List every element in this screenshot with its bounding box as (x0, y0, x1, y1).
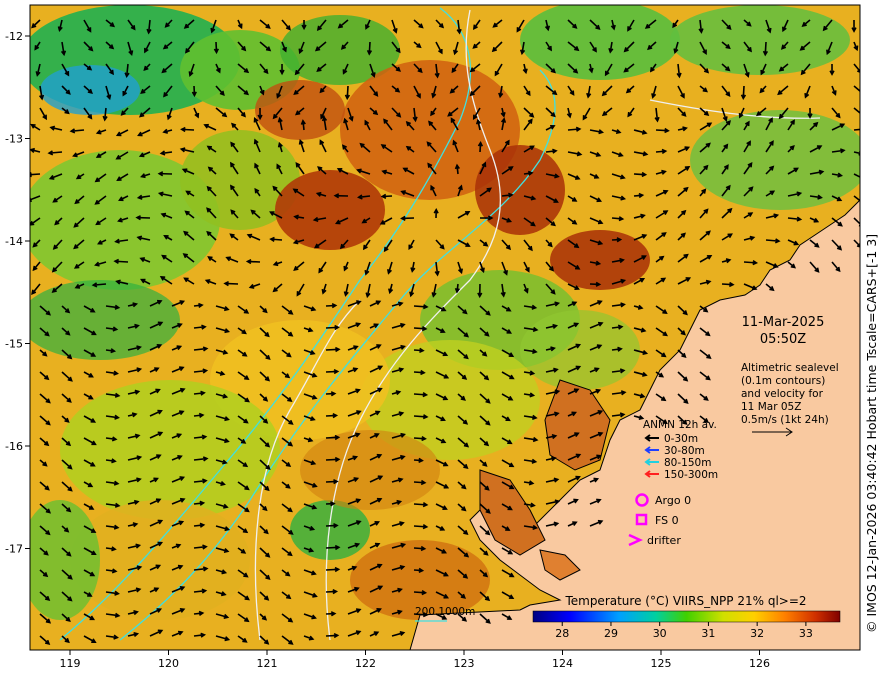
y-tick-label: -16 (5, 440, 23, 453)
y-axis: -12 -13 -14 -15 -16 -17 (5, 30, 30, 556)
x-tick-label: 120 (158, 657, 179, 670)
drifter-label: drifter (647, 534, 681, 547)
timestamp-date: 11-Mar-2025 (742, 315, 825, 330)
x-tick-label: 119 (60, 657, 81, 670)
x-tick-label: 123 (454, 657, 475, 670)
x-tick-label: 121 (257, 657, 278, 670)
colorbar-tick-label: 28 (555, 627, 569, 640)
colorbar-tick-label: 33 (799, 627, 813, 640)
colorbar-title: Temperature (°C) VIIRS_NPP 21% ql>=2 (564, 594, 806, 608)
colorbar-tick-label: 30 (653, 627, 667, 640)
y-tick-label: -15 (5, 338, 23, 351)
y-tick-label: -13 (5, 133, 23, 146)
contour-legend-label: 200 1000m (415, 606, 475, 618)
x-tick-label: 126 (749, 657, 770, 670)
description-line: 0.5m/s (1kt 24h) (741, 414, 829, 426)
anmn-item-label: 0-30m (664, 433, 698, 445)
velocity-arrowhead (861, 127, 865, 131)
x-tick-label: 125 (651, 657, 672, 670)
velocity-arrowhead (860, 200, 864, 204)
y-tick-label: -12 (5, 30, 23, 43)
velocity-arrow (853, 128, 860, 131)
anmn-legend-title: ANMN 12h av. (643, 419, 717, 431)
y-tick-label: -17 (5, 543, 23, 556)
x-tick-label: 122 (355, 657, 376, 670)
x-tick-label: 124 (552, 657, 573, 670)
anmn-item-label: 150-300m (664, 469, 718, 481)
x-axis: 119 120 121 122 123 124 125 126 (60, 650, 770, 670)
colorbar-tick-label: 32 (750, 627, 764, 640)
credit-text: © IMOS 12-Jan-2026 03:40:42 Hobart time … (864, 234, 879, 633)
colorbar-tick-label: 31 (701, 627, 715, 640)
timestamp-time: 05:50Z (760, 332, 806, 347)
sst-map: 119 120 121 122 123 124 125 126 -12 -13 -14 -15 -16… (5, 4, 879, 670)
description-line: Altimetric sealevel (741, 362, 839, 374)
description-line: 11 Mar 05Z (741, 401, 801, 413)
y-tick-label: -14 (5, 235, 23, 248)
fs-label: FS 0 (655, 514, 679, 527)
description-line: and velocity for (741, 388, 824, 400)
anmn-item-label: 30-80m (664, 445, 705, 457)
colorbar-gradient (532, 610, 841, 623)
argo-label: Argo 0 (655, 494, 691, 507)
colorbar-tick-label: 29 (604, 627, 618, 640)
anmn-item-label: 80-150m (664, 457, 711, 469)
description-line: (0.1m contours) (741, 375, 825, 387)
velocity-arrowhead (860, 176, 864, 179)
